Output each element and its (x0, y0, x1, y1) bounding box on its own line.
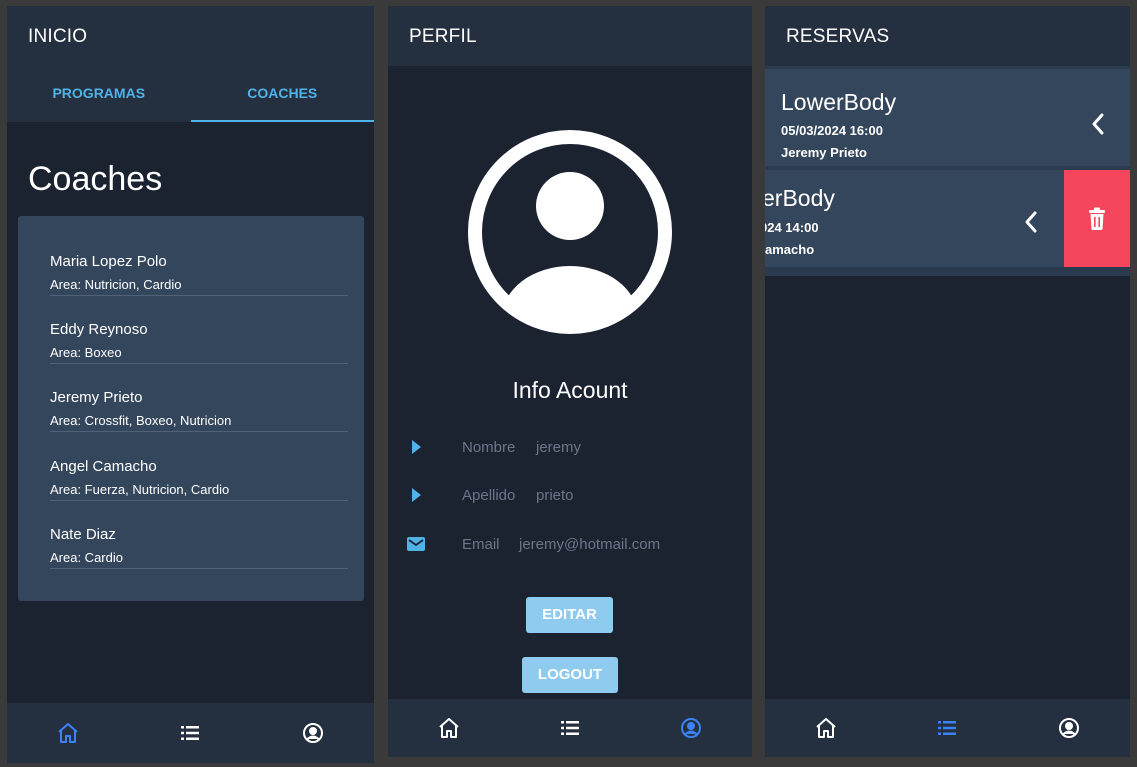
reservation-item[interactable]: LowerBody 05/03/2024 16:00 Jeremy Prieto (765, 69, 1130, 166)
logout-button[interactable]: LOGOUT (522, 657, 618, 693)
coach-item[interactable]: Jeremy Prieto Area: Crossfit, Boxeo, Nut… (50, 364, 348, 432)
nav-home-button[interactable] (765, 699, 887, 757)
play-arrow-icon (412, 488, 421, 502)
nav-home-button[interactable] (388, 699, 509, 757)
account-circle-icon (681, 718, 702, 738)
nav-profile-button[interactable] (631, 699, 752, 757)
reservation-coach: Jeremy Prieto (781, 145, 867, 160)
coaches-card: Maria Lopez Polo Area: Nutricion, Cardio… (18, 216, 364, 601)
page-title: PERFIL (409, 26, 477, 47)
bottom-nav (388, 699, 752, 757)
chevron-left-icon[interactable] (1088, 111, 1108, 137)
delete-reservation-button[interactable] (1064, 170, 1130, 267)
coach-name: Nate Diaz (50, 526, 116, 543)
coach-area: Area: Nutricion, Cardio (50, 277, 182, 292)
reservation-title: LowerBody (781, 89, 897, 115)
bottom-nav (7, 703, 374, 763)
coach-name: Angel Camacho (50, 458, 157, 475)
list-icon (181, 726, 200, 740)
apellido-label: Apellido (462, 487, 516, 504)
coach-name: Maria Lopez Polo (50, 253, 167, 270)
list-icon (560, 721, 579, 735)
tab-programas[interactable]: PROGRAMAS (7, 66, 191, 122)
reservation-item-swiped[interactable]: erBody 024 14:00 amacho (765, 170, 1064, 267)
tab-bar: PROGRAMAS COACHES (7, 66, 374, 122)
coach-area: Area: Cardio (50, 550, 123, 565)
email-row: Email jeremy@hotmail.com (388, 529, 752, 559)
email-value: jeremy@hotmail.com (519, 536, 661, 553)
nav-profile-button[interactable] (252, 703, 374, 763)
coach-area: Area: Boxeo (50, 345, 122, 360)
coach-name: Jeremy Prieto (50, 389, 143, 406)
nav-profile-button[interactable] (1008, 699, 1130, 757)
app-bar: RESERVAS (765, 6, 1130, 66)
inicio-screen: INICIO PROGRAMAS COACHES Coaches Maria L… (7, 6, 374, 763)
reservation-date: 05/03/2024 16:00 (781, 123, 883, 138)
home-icon (438, 718, 459, 738)
nombre-value: jeremy (536, 439, 582, 456)
coach-item[interactable]: Nate Diaz Area: Cardio (50, 501, 348, 569)
chevron-left-icon[interactable] (1021, 209, 1041, 235)
bottom-nav (765, 699, 1130, 757)
edit-button[interactable]: EDITAR (526, 597, 613, 633)
reservation-date: 024 14:00 (765, 220, 819, 235)
mail-icon (407, 537, 425, 551)
perfil-screen: PERFIL Info Acount Nombre jeremy Apellid… (388, 6, 752, 757)
list-icon (938, 721, 957, 735)
nav-list-button[interactable] (887, 699, 1009, 757)
tab-coaches[interactable]: COACHES (191, 66, 375, 122)
nav-list-button[interactable] (129, 703, 251, 763)
coach-item[interactable]: Maria Lopez Polo Area: Nutricion, Cardio (50, 228, 348, 296)
nav-list-button[interactable] (509, 699, 630, 757)
nombre-row: Nombre jeremy (388, 432, 752, 462)
email-label: Email (462, 536, 500, 553)
coach-area: Area: Fuerza, Nutricion, Cardio (50, 482, 230, 497)
active-tab-indicator (191, 120, 374, 122)
page-title: INICIO (28, 26, 88, 47)
nombre-label: Nombre (462, 439, 516, 456)
reservation-coach: amacho (765, 242, 815, 257)
account-circle-icon (302, 723, 323, 743)
coach-item[interactable]: Eddy Reynoso Area: Boxeo (50, 296, 348, 364)
home-icon (58, 723, 78, 743)
coach-area: Area: Crossfit, Boxeo, Nutricion (50, 413, 232, 428)
nav-home-button[interactable] (7, 703, 129, 763)
app-bar: INICIO (7, 6, 374, 66)
reservas-screen: RESERVAS LowerBody 05/03/2024 16:00 Jere… (765, 6, 1130, 757)
app-bar: PERFIL (388, 6, 752, 66)
home-icon (816, 718, 836, 738)
reservation-title: erBody (765, 185, 835, 211)
trash-icon (1089, 207, 1105, 230)
account-circle-icon (1059, 718, 1080, 738)
play-arrow-icon (412, 440, 421, 454)
coach-name: Eddy Reynoso (50, 321, 148, 338)
apellido-row: Apellido prieto (388, 480, 752, 510)
coaches-heading: Coaches (28, 160, 163, 198)
page-title: RESERVAS (786, 26, 890, 47)
apellido-value: prieto (536, 487, 574, 504)
coach-item[interactable]: Angel Camacho Area: Fuerza, Nutricion, C… (50, 433, 348, 501)
info-title: Info Acount (512, 377, 628, 403)
avatar (466, 128, 674, 336)
